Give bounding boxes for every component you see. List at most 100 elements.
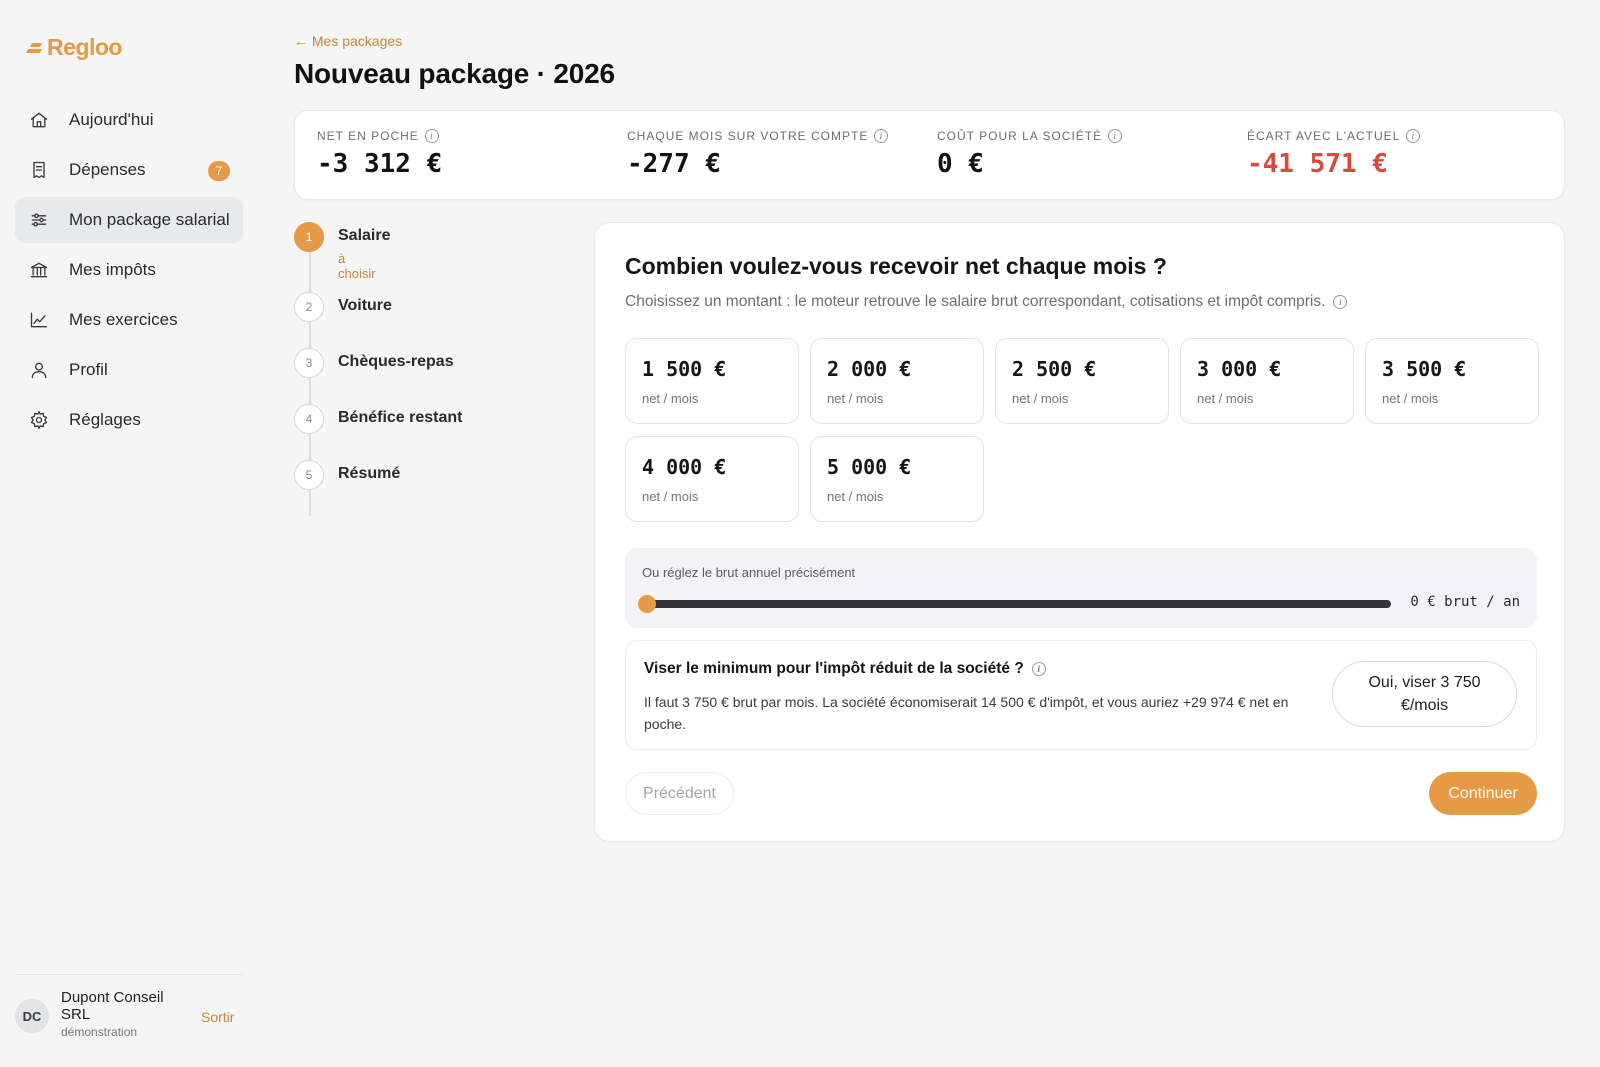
continue-button[interactable]: Continuer [1429, 772, 1537, 815]
stat-value: -277 € [627, 149, 721, 179]
apply-minimum-salary-button[interactable]: Oui, viser 3 750 €/mois [1332, 661, 1517, 727]
step-label: Résumé [338, 465, 401, 482]
amount-unit: net / mois [1382, 391, 1439, 406]
info-icon[interactable]: i [1406, 129, 1421, 143]
brand-logo[interactable]: Regloo [25, 34, 122, 61]
amount-option-4000[interactable]: 4 000 € net / mois [625, 436, 799, 522]
amount-value: 4 000 € [642, 455, 727, 479]
info-icon[interactable]: i [424, 129, 439, 143]
step-label: Chèques-repas [338, 353, 454, 370]
sidebar-item-settings[interactable]: Réglages [15, 397, 243, 443]
back-link[interactable]: ← Mes packages [294, 33, 402, 49]
gear-icon [29, 410, 49, 430]
sidebar-item-salary-package[interactable]: Mon package salarial [15, 197, 243, 243]
tip-text: Il faut 3 750 € brut par mois. La sociét… [644, 694, 1289, 732]
amount-option-3500[interactable]: 3 500 € net / mois [1365, 338, 1539, 424]
sidebar-item-taxes[interactable]: Mes impôts [15, 247, 243, 293]
slider-value: 0 € brut / an [1410, 594, 1520, 610]
step-number: 4 [294, 404, 324, 434]
amount-unit: net / mois [642, 489, 699, 504]
logo-icon [25, 40, 43, 56]
amount-unit: net / mois [827, 391, 884, 406]
gross-annual-slider-panel: Ou réglez le brut annuel précisément 0 €… [625, 548, 1537, 628]
amount-unit: net / mois [642, 391, 699, 406]
stat-value: 0 € [937, 149, 984, 179]
amount-value: 3 000 € [1197, 357, 1282, 381]
tip-title-row: Viser le minimum pour l'impôt réduit de … [644, 660, 1046, 678]
expenses-count-badge: 7 [208, 161, 230, 181]
amount-value: 3 500 € [1382, 357, 1467, 381]
step-number: 2 [294, 292, 324, 322]
amount-value: 2 000 € [827, 357, 912, 381]
amount-unit: net / mois [1197, 391, 1254, 406]
amount-unit: net / mois [1012, 391, 1069, 406]
chart-line-icon [29, 310, 49, 330]
amount-value: 1 500 € [642, 357, 727, 381]
stat-label: CHAQUE MOIS SUR VOTRE COMPTE [627, 129, 869, 143]
slider-thumb[interactable] [638, 595, 656, 613]
sidebar-item-fiscal-years[interactable]: Mes exercices [15, 297, 243, 343]
previous-button[interactable]: Précédent [625, 772, 734, 815]
sidebar-item-label: Réglages [69, 410, 141, 429]
stat-company-cost: COÛT POUR LA SOCIÉTÉ i 0 € [937, 129, 1123, 179]
info-icon[interactable]: i [1031, 662, 1046, 676]
stat-label: NET EN POCHE [317, 129, 419, 143]
avatar[interactable]: DC [15, 999, 49, 1033]
amount-option-3000[interactable]: 3 000 € net / mois [1180, 338, 1354, 424]
tax-optimization-tip: Viser le minimum pour l'impôt réduit de … [625, 640, 1537, 750]
step-number: 3 [294, 348, 324, 378]
sidebar: Regloo Aujourd'hui Dépenses 7 Mon packag… [0, 0, 258, 1067]
stat-monthly-account: CHAQUE MOIS SUR VOTRE COMPTE i -277 € [627, 129, 889, 179]
company-name: Dupont Conseil SRL [61, 989, 164, 1023]
sidebar-nav: Aujourd'hui Dépenses 7 Mon package salar… [15, 97, 243, 447]
step-number: 5 [294, 460, 324, 490]
amount-value: 5 000 € [827, 455, 912, 479]
receipt-icon [29, 160, 49, 180]
stat-label: COÛT POUR LA SOCIÉTÉ [937, 129, 1103, 143]
slider-label: Ou réglez le brut annuel précisément [642, 565, 856, 580]
account-mode: démonstration [61, 1025, 138, 1039]
summary-stats: NET EN POCHE i -3 312 € CHAQUE MOIS SUR V… [294, 110, 1565, 200]
step-label: Bénéfice restant [338, 409, 463, 426]
question-title: Combien voulez-vous recevoir net chaque … [625, 253, 1167, 279]
tip-title: Viser le minimum pour l'impôt réduit de … [644, 660, 1024, 677]
sidebar-item-label: Mes exercices [69, 310, 178, 329]
subtitle-text: Choisissez un montant : le moteur retrou… [625, 293, 1326, 310]
step-label: Voiture [338, 297, 392, 314]
info-icon[interactable]: i [874, 129, 889, 143]
logout-link[interactable]: Sortir [201, 1009, 234, 1025]
stat-value: -41 571 € [1247, 149, 1388, 179]
stat-difference: ÉCART AVEC L'ACTUEL i -41 571 € [1247, 129, 1421, 179]
step-label: Salaire [338, 227, 391, 244]
salary-card: Combien voulez-vous recevoir net chaque … [594, 222, 1565, 842]
amount-unit: net / mois [827, 489, 884, 504]
sidebar-item-label: Mes impôts [69, 260, 156, 279]
sidebar-item-today[interactable]: Aujourd'hui [15, 97, 243, 143]
sidebar-item-label: Dépenses [69, 160, 146, 179]
stat-value: -3 312 € [317, 149, 443, 179]
info-icon[interactable]: i [1333, 295, 1348, 309]
user-info: Dupont Conseil SRL démonstration [61, 989, 186, 1039]
bank-icon [29, 260, 49, 280]
home-icon [29, 110, 49, 130]
sliders-icon [29, 210, 49, 230]
sidebar-item-label: Mon package salarial [69, 210, 230, 229]
amount-option-2000[interactable]: 2 000 € net / mois [810, 338, 984, 424]
amount-option-5000[interactable]: 5 000 € net / mois [810, 436, 984, 522]
stat-net-in-pocket: NET EN POCHE i -3 312 € [317, 129, 442, 179]
amount-option-1500[interactable]: 1 500 € net / mois [625, 338, 799, 424]
page-title: Nouveau package · 2026 [294, 58, 615, 89]
amount-value: 2 500 € [1012, 357, 1097, 381]
user-icon [29, 360, 49, 380]
sidebar-item-profile[interactable]: Profil [15, 347, 243, 393]
step-status: à choisir [338, 251, 376, 281]
info-icon[interactable]: i [1108, 129, 1123, 143]
sidebar-item-label: Aujourd'hui [69, 110, 154, 129]
sidebar-item-expenses[interactable]: Dépenses 7 [15, 147, 243, 193]
brand-name: Regloo [47, 34, 122, 60]
user-panel: DC Dupont Conseil SRL démonstration Sort… [15, 974, 243, 1039]
gross-annual-slider[interactable] [638, 595, 1391, 613]
sidebar-item-label: Profil [69, 360, 108, 379]
stat-label: ÉCART AVEC L'ACTUEL [1247, 129, 1401, 143]
amount-option-2500[interactable]: 2 500 € net / mois [995, 338, 1169, 424]
